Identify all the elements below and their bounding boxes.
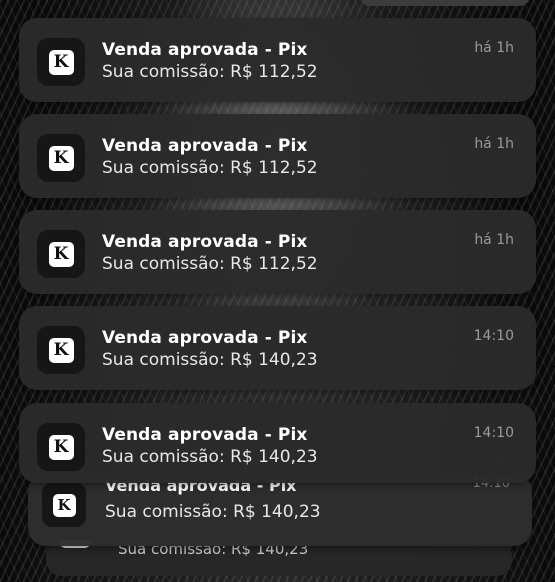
- app-icon: K: [37, 230, 85, 278]
- notification-body: Sua comissão: R$ 112,52: [102, 62, 318, 82]
- k-logo-icon: K: [48, 49, 74, 75]
- k-logo-icon: K: [48, 434, 74, 460]
- notification-time: há 1h: [474, 232, 514, 248]
- app-icon: K: [37, 38, 85, 86]
- notification-time: há 1h: [474, 40, 514, 56]
- notification-title: Venda aprovada - Pix: [102, 425, 308, 445]
- app-icon: K: [42, 483, 86, 527]
- notification-card[interactable]: K Venda aprovada - Pix Sua comissão: R$ …: [19, 114, 536, 198]
- notification-time: há 1h: [474, 136, 514, 152]
- notification-body: Sua comissão: R$ 140,23: [102, 350, 318, 370]
- notification-card[interactable]: K Venda aprovada - Pix Sua comissão: R$ …: [19, 306, 536, 390]
- notification-title: Venda aprovada - Pix: [102, 136, 308, 156]
- k-logo-icon: K: [48, 337, 74, 363]
- notification-body: Sua comissão: R$ 112,52: [102, 158, 318, 178]
- app-icon: K: [37, 134, 85, 182]
- app-icon: K: [37, 326, 85, 374]
- k-logo-icon: K: [48, 145, 74, 171]
- notification-body: Sua comissão: R$ 112,52: [102, 254, 318, 274]
- notification-card[interactable]: K Venda aprovada - Pix Sua comissão: R$ …: [19, 210, 536, 294]
- notification-card-stack-front[interactable]: K Venda aprovada - Pix Sua comissão: R$ …: [19, 403, 536, 483]
- app-icon: K: [37, 423, 85, 471]
- k-logo-icon: K: [48, 241, 74, 267]
- notification-card-partial-top[interactable]: [360, 0, 530, 6]
- notification-title: Venda aprovada - Pix: [102, 232, 308, 252]
- notification-time: 14:10: [473, 425, 514, 441]
- notification-time: 14:10: [473, 328, 514, 344]
- notification-title: Venda aprovada - Pix: [102, 328, 308, 348]
- notification-body: Sua comissão: R$ 140,23: [105, 502, 321, 522]
- stacked-notification-middle[interactable]: K Venda aprovada - Pix Sua comissão: R$ …: [28, 474, 532, 546]
- notification-title: Venda aprovada - Pix: [102, 40, 308, 60]
- k-logo-icon: K: [52, 493, 76, 517]
- notification-card[interactable]: K Venda aprovada - Pix Sua comissão: R$ …: [19, 18, 536, 102]
- notification-body: Sua comissão: R$ 140,23: [102, 447, 318, 467]
